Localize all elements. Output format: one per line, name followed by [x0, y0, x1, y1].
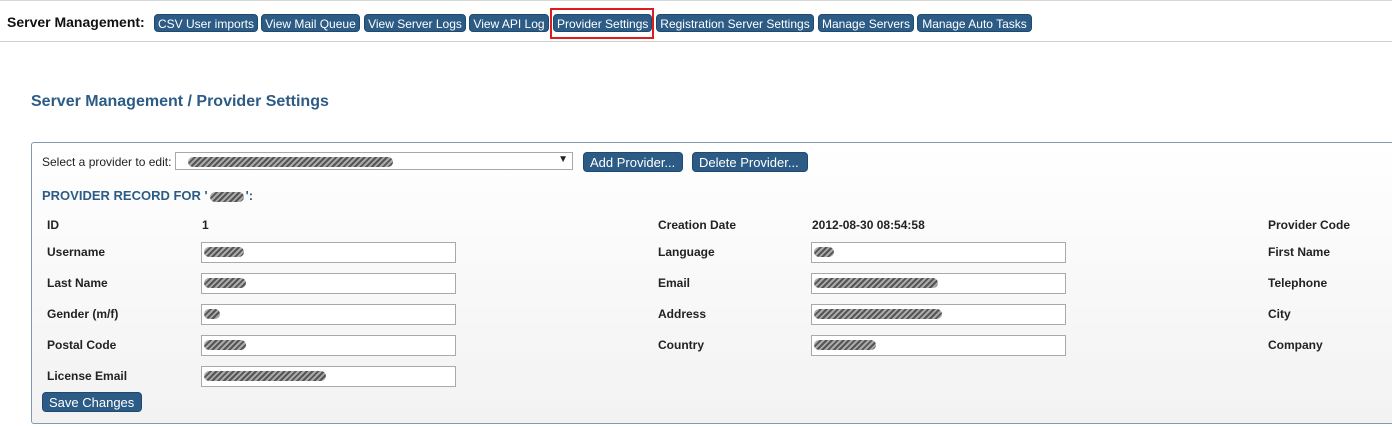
- username-label: Username: [47, 245, 106, 259]
- email-label: Email: [658, 276, 691, 290]
- nav-manage-auto-tasks-button[interactable]: Manage Auto Tasks: [917, 14, 1032, 32]
- redacted-value: [814, 278, 938, 288]
- nav-view-api-log-button[interactable]: View API Log: [469, 14, 549, 32]
- record-title-suffix: ':: [245, 188, 254, 203]
- page-title: Server Management / Provider Settings: [31, 93, 329, 110]
- email-input[interactable]: [811, 273, 1066, 294]
- license-email-input[interactable]: [201, 366, 456, 387]
- postal-code-input[interactable]: [201, 335, 456, 356]
- record-title-prefix: PROVIDER RECORD FOR ': [42, 188, 208, 203]
- city-label: City: [1268, 307, 1291, 321]
- delete-provider-button[interactable]: Delete Provider...: [692, 152, 808, 172]
- last-name-label: Last Name: [47, 276, 108, 290]
- address-input[interactable]: [811, 304, 1066, 325]
- username-input[interactable]: [201, 242, 456, 263]
- nav-registration-server-settings-button[interactable]: Registration Server Settings: [656, 14, 814, 32]
- provider-select-label: Select a provider to edit:: [42, 155, 172, 169]
- last-name-input[interactable]: [201, 273, 456, 294]
- license-email-label: License Email: [47, 369, 128, 383]
- provider-record-title: PROVIDER RECORD FOR ' ':: [42, 188, 253, 203]
- country-input[interactable]: [811, 335, 1066, 356]
- chevron-down-icon: ▼: [558, 154, 568, 165]
- creation-date-label: Creation Date: [658, 218, 737, 232]
- id-label: ID: [47, 218, 59, 232]
- add-provider-button[interactable]: Add Provider...: [583, 152, 683, 172]
- active-nav-highlight: [550, 8, 654, 39]
- language-input[interactable]: [811, 242, 1066, 263]
- id-value: 1: [202, 218, 209, 232]
- first-name-label: First Name: [1268, 245, 1331, 259]
- nav-view-server-logs-button[interactable]: View Server Logs: [364, 14, 466, 32]
- provider-select[interactable]: ▼: [175, 152, 573, 170]
- redacted-value: [204, 371, 326, 381]
- company-label: Company: [1268, 338, 1323, 352]
- postal-code-label: Postal Code: [47, 338, 117, 352]
- provider-code-label: Provider Code: [1268, 218, 1351, 232]
- redacted-value: [204, 309, 220, 319]
- redacted-value: [814, 309, 942, 319]
- redacted-value: [204, 340, 246, 350]
- nav-manage-servers-button[interactable]: Manage Servers: [818, 14, 914, 32]
- redacted-value: [814, 247, 834, 257]
- telephone-label: Telephone: [1268, 276, 1328, 290]
- server-management-toolbar: Server Management: CSV User imports View…: [0, 0, 1392, 42]
- address-label: Address: [658, 307, 707, 321]
- nav-view-mail-queue-button[interactable]: View Mail Queue: [261, 14, 360, 32]
- gender-label: Gender (m/f): [47, 307, 119, 321]
- nav-csv-user-imports-button[interactable]: CSV User imports: [154, 14, 258, 32]
- country-label: Country: [658, 338, 704, 352]
- language-label: Language: [658, 245, 715, 259]
- redacted-value: [814, 340, 876, 350]
- redacted-provider-name: [208, 191, 246, 203]
- toolbar-label: Server Management:: [7, 14, 145, 30]
- redacted-value: [188, 157, 393, 167]
- gender-input[interactable]: [201, 304, 456, 325]
- redacted-value: [204, 278, 246, 288]
- redacted-value: [204, 247, 244, 257]
- creation-date-value: 2012-08-30 08:54:58: [812, 218, 925, 232]
- save-changes-button[interactable]: Save Changes: [42, 392, 142, 412]
